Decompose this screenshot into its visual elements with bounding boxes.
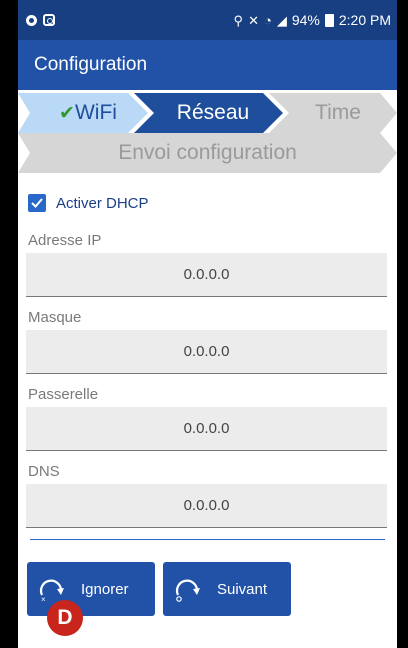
device-bezel-right [397, 0, 408, 648]
cell-signal-icon: ◢ [276, 12, 287, 28]
step-reseau[interactable]: Réseau [158, 93, 268, 133]
step-time[interactable]: Time [293, 93, 383, 133]
gateway-label: Passerelle [28, 386, 99, 403]
step-envoi-configuration[interactable]: Envoi configuration [18, 133, 397, 173]
status-bar: ⚲ ✕ ◔ ◢ 94% 2:20 PM [18, 0, 397, 40]
mute-icon: ✕ [248, 12, 259, 28]
gateway-field[interactable]: 0.0.0.0 [26, 407, 387, 451]
check-icon: ✔ [59, 103, 75, 124]
phone-screen: ⚲ ✕ ◔ ◢ 94% 2:20 PM Configuration ✔WiFi … [18, 0, 397, 648]
dhcp-checkbox[interactable] [28, 194, 46, 212]
device-bezel-left [0, 0, 18, 648]
battery-icon [324, 13, 334, 27]
dns-label: DNS [28, 463, 60, 480]
app-bar: Configuration [18, 40, 397, 90]
location-icon: ⚲ [233, 12, 244, 28]
annotation-badge: D [47, 600, 83, 636]
notification-dot-icon [26, 14, 37, 26]
instagram-icon [43, 14, 55, 26]
dhcp-label: Activer DHCP [56, 194, 149, 212]
ignorer-button[interactable]: × Ignorer [27, 562, 155, 616]
ignorer-label: Ignorer [81, 580, 129, 598]
dns-field[interactable]: 0.0.0.0 [26, 484, 387, 528]
clock: 2:20 PM [338, 12, 391, 28]
wizard-steps-row-1: ✔WiFi Réseau Time [18, 93, 397, 133]
mask-field[interactable]: 0.0.0.0 [26, 330, 387, 374]
page-title: Configuration [34, 54, 148, 75]
mask-label: Masque [28, 309, 82, 326]
battery-percent: 94% [291, 12, 320, 28]
network-form: Activer DHCP Adresse IP 0.0.0.0 Masque 0… [18, 186, 397, 528]
step-wifi-label: WiFi [74, 101, 117, 124]
ip-address-field[interactable]: 0.0.0.0 [26, 253, 387, 297]
wizard-steps-row-2: Envoi configuration [18, 133, 397, 173]
step-wifi[interactable]: ✔WiFi [40, 93, 136, 133]
ip-label: Adresse IP [28, 232, 102, 249]
checkmark-icon [31, 198, 43, 208]
form-divider [30, 539, 385, 540]
wizard-steps: ✔WiFi Réseau Time Envoi configuration [18, 90, 397, 182]
wifi-signal-icon: ◔ [263, 12, 272, 28]
suivant-button[interactable]: Suivant [163, 562, 291, 616]
dhcp-toggle-row[interactable]: Activer DHCP [28, 186, 387, 220]
svg-text:×: × [41, 595, 46, 603]
next-icon [171, 574, 205, 604]
suivant-label: Suivant [217, 580, 268, 598]
